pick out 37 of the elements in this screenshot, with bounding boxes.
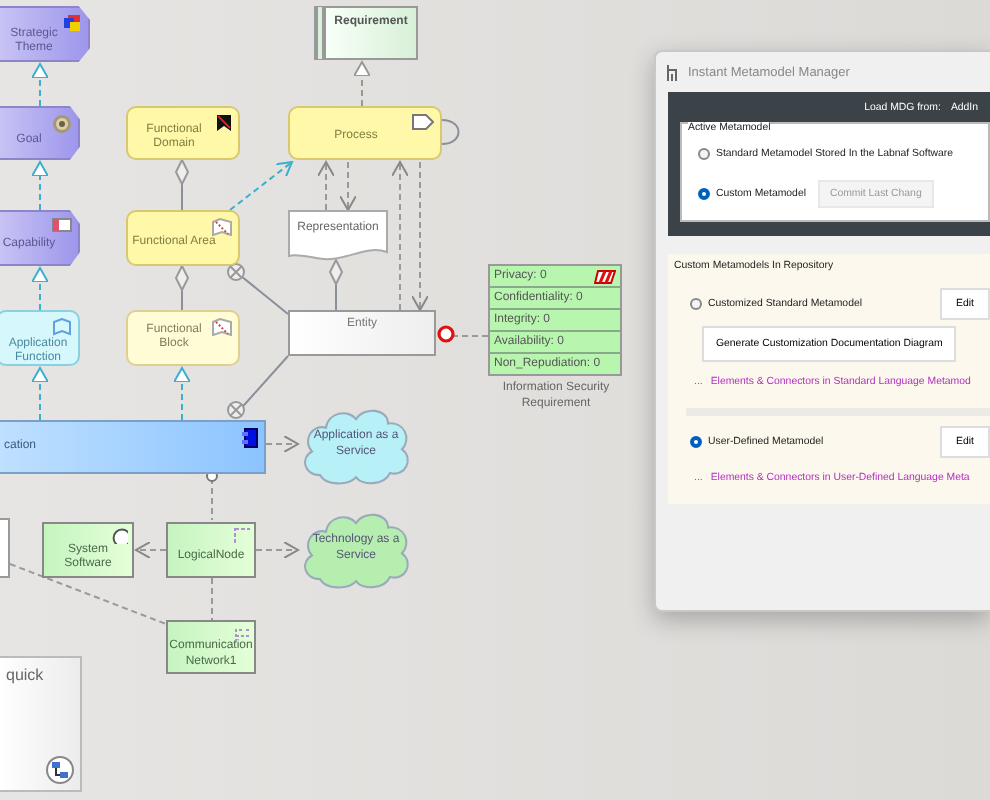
connector-line (135, 541, 167, 559)
radio-button[interactable] (698, 188, 710, 200)
radio-button[interactable] (690, 436, 702, 448)
connector-line (31, 367, 49, 421)
crossed-circle-icon (227, 263, 245, 281)
connector-line (211, 477, 213, 521)
map-icon (212, 318, 232, 336)
network-icon (234, 626, 250, 642)
crossed-circle-icon (227, 401, 245, 419)
component-icon (242, 428, 258, 448)
target-icon (52, 114, 72, 134)
connector-line (31, 63, 49, 107)
radio-button[interactable] (698, 148, 710, 160)
connector-line (211, 577, 213, 621)
connector-line (31, 161, 49, 211)
striped-flag-icon (594, 270, 616, 284)
flag-icon (216, 114, 232, 132)
connector-line (255, 541, 299, 559)
radio-button[interactable] (690, 298, 702, 310)
connector-line (173, 367, 191, 421)
bookmark-icon (52, 318, 72, 336)
connector-line (265, 435, 299, 453)
map-icon (212, 218, 232, 236)
connector-line (229, 161, 293, 211)
connector-line (353, 61, 371, 107)
diagram-panel: quick (0, 656, 82, 792)
tab-icon (52, 218, 72, 232)
app-logo-icon (666, 63, 682, 81)
diagram-icon (46, 756, 74, 784)
arrow-icon (412, 114, 434, 130)
connector-line (317, 161, 335, 211)
squares-icon (62, 14, 82, 32)
connector-line (339, 161, 357, 211)
element-stub (0, 518, 10, 578)
connector-line (441, 119, 460, 145)
ring-icon (437, 325, 455, 343)
connector-line (31, 267, 49, 311)
